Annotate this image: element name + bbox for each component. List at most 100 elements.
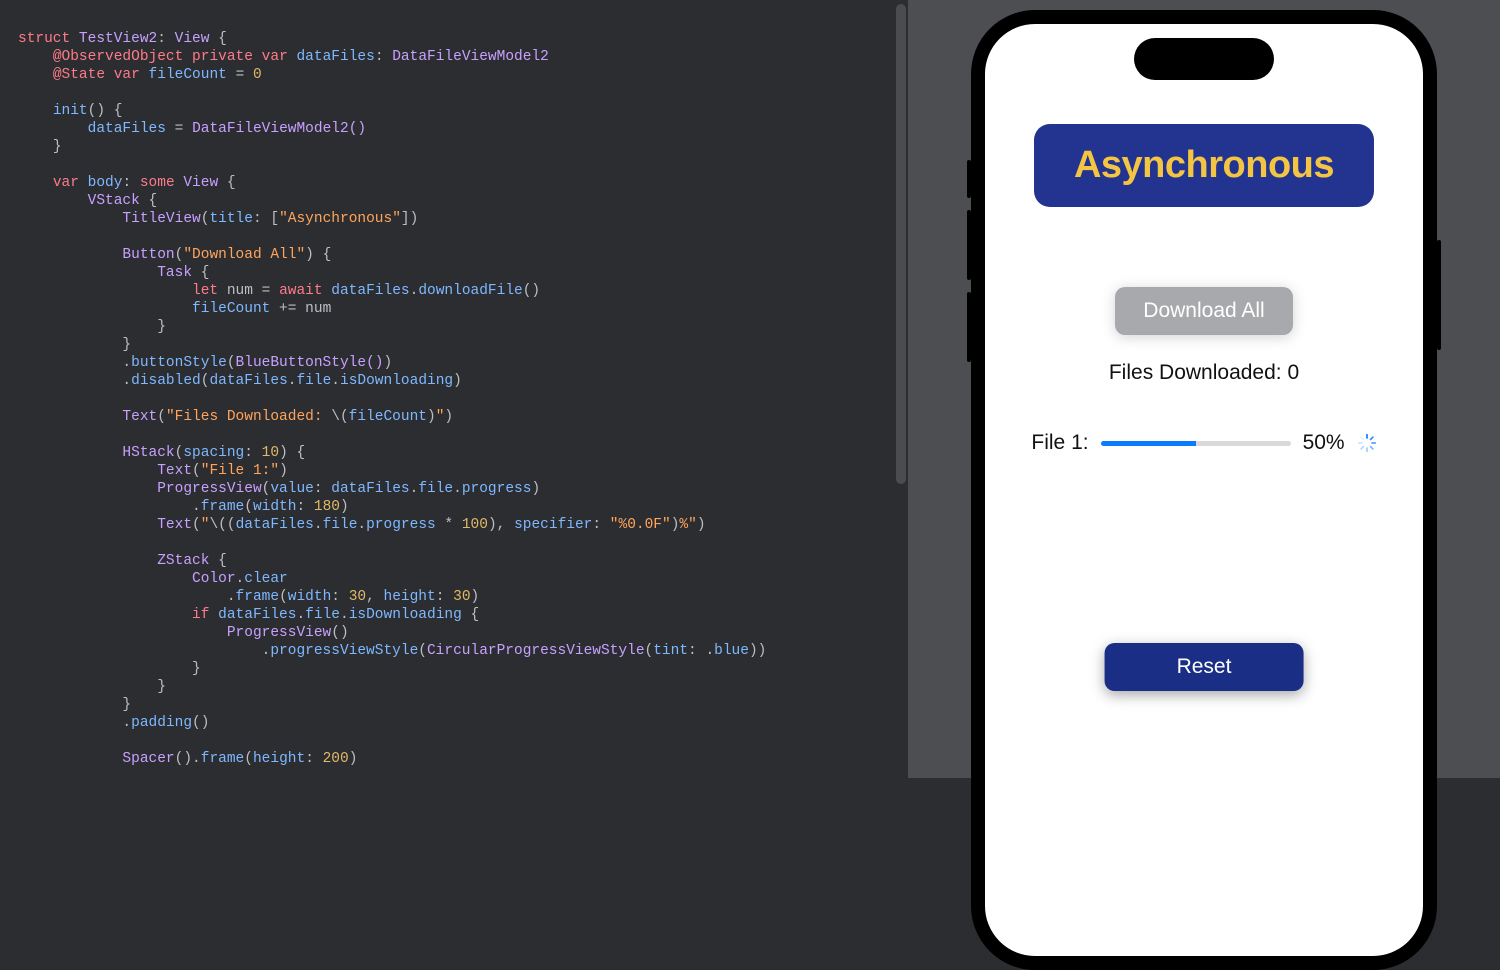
code-token: 200 <box>323 751 349 767</box>
code-token: ) <box>340 499 349 515</box>
code-token: } <box>157 319 166 335</box>
code-token: Text <box>122 409 157 425</box>
code-token: Task <box>157 265 192 281</box>
code-token: View <box>183 175 218 191</box>
code-token: ) <box>349 751 358 767</box>
phone-frame-wrap: Asynchronous Download All Files Download… <box>971 0 1437 970</box>
code-token: Color <box>192 571 236 587</box>
editor-scrollbar[interactable] <box>894 0 908 778</box>
download-all-button[interactable]: Download All <box>1115 287 1292 335</box>
code-token: 30 <box>349 589 366 605</box>
code-token: 30 <box>453 589 470 605</box>
code-token: file <box>418 481 453 497</box>
code-token: width <box>288 589 332 605</box>
code-token: isDownloading <box>349 607 462 623</box>
code-token: } <box>122 337 131 353</box>
code-token: file <box>296 373 331 389</box>
code-token: ( <box>645 643 654 659</box>
code-token: { <box>209 31 226 47</box>
code-token: fileCount <box>192 301 270 317</box>
code-token: file <box>305 607 340 623</box>
code-token: "Asynchronous" <box>279 211 401 227</box>
code-token: HStack <box>122 445 174 461</box>
code-token: TitleView <box>122 211 200 227</box>
code-token: if <box>192 607 209 623</box>
code-token: height <box>253 751 305 767</box>
code-token: width <box>253 499 297 515</box>
code-token: var <box>114 67 140 83</box>
files-downloaded-label: Files Downloaded: 0 <box>1109 361 1299 385</box>
code-token: title <box>209 211 253 227</box>
code-token: { <box>462 607 479 623</box>
code-token: blue <box>714 643 749 659</box>
code-token: ) <box>531 481 540 497</box>
editor-scrollbar-thumb[interactable] <box>896 4 906 484</box>
code-token: () <box>192 715 209 731</box>
file-progress-row: File 1: 50% <box>1031 431 1376 455</box>
code-token: ( <box>157 409 166 425</box>
code-token: : <box>331 589 348 605</box>
code-token: struct <box>18 31 70 47</box>
code-token: . <box>192 499 201 515</box>
code-token: . <box>340 607 349 623</box>
code-token: "Files Downloaded: <box>166 409 331 425</box>
code-token: ) { <box>279 445 305 461</box>
code-token: . <box>122 355 131 371</box>
code-token: ]) <box>401 211 418 227</box>
code-token: dataFiles <box>236 517 314 533</box>
code-token: : <box>436 589 453 605</box>
code-token: clear <box>244 571 288 587</box>
code-token: () <box>331 625 348 641</box>
code-token: ZStack <box>157 553 209 569</box>
code-token: Button <box>122 247 174 263</box>
phone-button-vol-up <box>967 210 971 280</box>
code-token: \(( <box>209 517 235 533</box>
code-token: Spacer <box>122 751 174 767</box>
code-token: ), <box>488 517 514 533</box>
code-token: num <box>227 283 253 299</box>
code-token: { <box>218 175 235 191</box>
code-token: fileCount <box>149 67 227 83</box>
code-token: var <box>262 49 288 65</box>
code-token: ( <box>192 517 201 533</box>
code-token: progress <box>462 481 532 497</box>
code-token: Text <box>157 517 192 533</box>
code-token: 180 <box>314 499 340 515</box>
file-label: File 1: <box>1031 431 1088 455</box>
code-token: ( <box>192 463 201 479</box>
code-token: = <box>166 121 192 137</box>
spinner-icon <box>1357 433 1377 453</box>
code-token: dataFiles <box>209 373 287 389</box>
code-token: ) <box>453 373 462 389</box>
code-token: ) <box>444 409 453 425</box>
code-editor[interactable]: struct TestView2: View { @ObservedObject… <box>0 0 908 778</box>
code-token: dataFiles <box>88 121 166 137</box>
code-token: , <box>366 589 383 605</box>
code-token: } <box>53 139 62 155</box>
code-token: : <box>244 445 261 461</box>
code-token: specifier <box>514 517 592 533</box>
code-token: . <box>227 589 236 605</box>
code-token: progressViewStyle <box>270 643 418 659</box>
code-token: ( <box>244 499 253 515</box>
code-token: } <box>122 697 131 713</box>
reset-button[interactable]: Reset <box>1105 643 1304 691</box>
code-token: num <box>305 301 331 317</box>
code-token: VStack <box>88 193 140 209</box>
code-token: . <box>122 715 131 731</box>
code-token: () <box>523 283 540 299</box>
code-token: 10 <box>262 445 279 461</box>
code-token: . <box>122 373 131 389</box>
code-token: . <box>236 571 245 587</box>
code-token: some <box>140 175 175 191</box>
code-token: disabled <box>131 373 201 389</box>
code-token: ) { <box>305 247 331 263</box>
code-token: (). <box>175 751 201 767</box>
code-token: dataFiles <box>331 481 409 497</box>
code-token: { <box>192 265 209 281</box>
code-token: @State <box>53 67 105 83</box>
phone-button-power <box>1437 240 1441 350</box>
code-token: BlueButtonStyle() <box>236 355 384 371</box>
code-token: frame <box>236 589 280 605</box>
preview-pane: Asynchronous Download All Files Download… <box>908 0 1500 778</box>
